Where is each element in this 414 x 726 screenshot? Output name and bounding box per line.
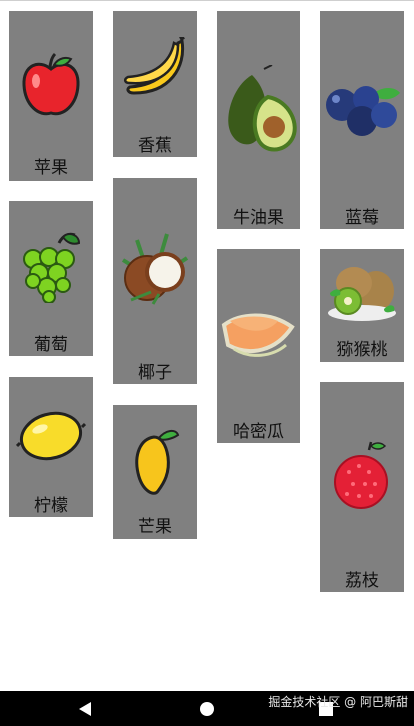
back-icon	[79, 701, 91, 716]
avocado-icon	[217, 65, 300, 157]
fruit-label-lemon: 柠檬	[34, 496, 68, 516]
watermark-text: 掘金技术社区 @ 阿巴斯甜	[268, 695, 408, 709]
fruit-card-lychee[interactable]: 荔枝	[320, 382, 404, 592]
fruit-card-mango[interactable]: 芒果	[113, 405, 197, 539]
fruit-label-lychee: 荔枝	[345, 571, 379, 591]
kiwi-icon	[320, 263, 404, 323]
fruit-label-avocado: 牛油果	[233, 208, 284, 228]
fruit-label-coconut: 椰子	[138, 363, 172, 383]
top-divider	[0, 0, 414, 1]
fruit-label-banana: 香蕉	[138, 136, 172, 156]
home-icon	[200, 701, 214, 716]
banana-icon	[113, 37, 197, 101]
fruit-card-apple[interactable]: 苹果	[9, 11, 93, 181]
blueberry-icon	[320, 83, 404, 137]
fruit-card-banana[interactable]: 香蕉	[113, 11, 197, 157]
fruit-card-coconut[interactable]: 椰子	[113, 178, 197, 384]
fruit-card-avocado[interactable]: 牛油果	[217, 11, 300, 229]
lychee-icon	[320, 438, 404, 514]
fruit-label-apple: 苹果	[34, 158, 68, 178]
fruit-card-melon[interactable]: 哈密瓜	[217, 249, 300, 443]
fruit-card-grapes[interactable]: 葡萄	[9, 201, 93, 356]
fruit-label-kiwi: 猕猴桃	[336, 340, 388, 360]
fruit-label-grapes: 葡萄	[34, 335, 68, 355]
back-button[interactable]	[55, 691, 115, 726]
fruit-card-kiwi[interactable]: 猕猴桃	[320, 249, 404, 362]
fruit-label-mango: 芒果	[138, 517, 172, 537]
home-button[interactable]	[177, 691, 237, 726]
coconut-icon	[113, 230, 197, 306]
melon-icon	[217, 311, 300, 363]
apple-icon	[9, 51, 93, 121]
fruit-label-melon: 哈密瓜	[233, 422, 284, 442]
lemon-icon	[9, 407, 93, 463]
fruit-card-blueberry[interactable]: 蓝莓	[320, 11, 404, 229]
fruit-card-lemon[interactable]: 柠檬	[9, 377, 93, 517]
grapes-icon	[9, 229, 93, 303]
fruit-label-blueberry: 蓝莓	[345, 208, 379, 228]
mango-icon	[113, 425, 197, 499]
